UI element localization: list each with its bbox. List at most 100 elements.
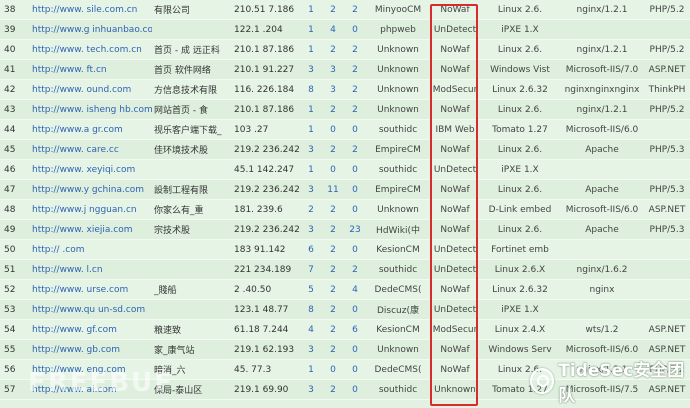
row-count-2: 11 <box>322 179 344 200</box>
row-title: 方信息技术有限 <box>152 79 232 100</box>
row-title <box>152 299 232 320</box>
table-row: 51 http://www. l.cn 221 234.189 7 2 2 southidc… <box>0 259 690 280</box>
row-count-3: 0 <box>344 159 366 180</box>
row-count-2: 2 <box>322 39 344 60</box>
row-ip: 219.1 62.193 <box>232 339 300 360</box>
row-count-3: 2 <box>344 39 366 60</box>
row-title: 有限公司 <box>152 0 232 20</box>
row-id: 54 <box>0 319 30 340</box>
row-title: 家_康气站 <box>152 339 232 360</box>
row-url[interactable]: http://www.y gchina.com <box>30 179 152 200</box>
row-url[interactable]: http://www. care.cc <box>30 139 152 160</box>
row-count-1: 1 <box>300 19 322 40</box>
row-server: Microsoft-IIS/6.0 <box>560 199 644 220</box>
row-waf: ModSecur <box>430 319 480 340</box>
row-id: 50 <box>0 239 30 260</box>
row-url[interactable]: http://www.g inhuanbao.com <box>30 19 152 40</box>
row-count-1: 7 <box>300 259 322 280</box>
row-lang: ASP.NET <box>644 199 690 220</box>
row-count-2: 3 <box>322 59 344 80</box>
row-count-1: 3 <box>300 59 322 80</box>
row-cms: southidc <box>366 119 430 140</box>
tidesec-watermark: TideSec安全团队 <box>530 356 690 406</box>
row-count-1: 1 <box>300 159 322 180</box>
row-ip: 210.1 87.186 <box>232 39 300 60</box>
row-os: Fortinet emb <box>480 239 560 260</box>
row-lang: ThinkPH <box>644 79 690 100</box>
row-url[interactable]: http://www. tech.com.cn <box>30 39 152 60</box>
row-count-1: 1 <box>300 0 322 20</box>
row-lang: PHP/5.3 <box>644 139 690 160</box>
row-count-2: 2 <box>322 0 344 20</box>
row-url[interactable]: http://www.qu un-sd.com <box>30 299 152 320</box>
row-os: Linux 2.4.X <box>480 319 560 340</box>
row-lang <box>644 239 690 260</box>
table-row: 44 http://www.a gr.com 视乐客户端下载_ 103 .27 1 0 0… <box>0 119 690 140</box>
row-count-3: 0 <box>344 359 366 380</box>
row-os: iPXE 1.X <box>480 159 560 180</box>
row-id: 40 <box>0 39 30 60</box>
row-url[interactable]: http://www. xeyiqi.com <box>30 159 152 180</box>
row-count-2: 2 <box>322 239 344 260</box>
row-os: Linux 2.6.32 <box>480 79 560 100</box>
row-id: 51 <box>0 259 30 280</box>
table-row: 46 http://www. xeyiqi.com 45.1 142.247 1 0 0 s… <box>0 159 690 180</box>
row-count-1: 3 <box>300 339 322 360</box>
row-cms: Unknown <box>366 79 430 100</box>
row-url[interactable]: http:// .com <box>30 239 152 260</box>
row-title: 视乐客户端下载_ <box>152 119 232 140</box>
row-os: Linux 2.6. <box>480 219 560 240</box>
row-server: wts/1.2 <box>560 319 644 340</box>
row-cms: Unknown <box>366 339 430 360</box>
row-url[interactable]: http://www. ft.cn <box>30 59 152 80</box>
row-count-3: 6 <box>344 319 366 340</box>
row-url[interactable]: http://www.a gr.com <box>30 119 152 140</box>
row-cms: EmpireCM <box>366 139 430 160</box>
row-url[interactable]: http://www. l.cn <box>30 259 152 280</box>
row-ip: 210.51 7.186 <box>232 0 300 20</box>
table-row: 40 http://www. tech.com.cn 首页 - 成 远正科 210.1… <box>0 39 690 60</box>
row-count-1: 1 <box>300 99 322 120</box>
row-ip: 123.1 48.77 <box>232 299 300 320</box>
row-os: Tomato 1.27 <box>480 119 560 140</box>
row-ip: 61.18 7.244 <box>232 319 300 340</box>
row-ip: 219.2 236.242 <box>232 179 300 200</box>
row-server: nginxnginxnginx <box>560 79 644 100</box>
row-cms: southidc <box>366 159 430 180</box>
row-count-2: 2 <box>322 319 344 340</box>
table-row: 45 http://www. care.cc 佳环境技术股 219.2 236.24… <box>0 139 690 160</box>
row-server: nginx/1.2.1 <box>560 99 644 120</box>
row-url[interactable]: http://www. ound.com <box>30 79 152 100</box>
row-url[interactable]: http://www. isheng hb.com <box>30 99 152 120</box>
row-count-2: 2 <box>322 139 344 160</box>
row-ip: 219.2 236.242 <box>232 139 300 160</box>
row-count-1: 8 <box>300 299 322 320</box>
row-os: Windows Vist <box>480 59 560 80</box>
row-count-3: 2 <box>344 259 366 280</box>
row-cms: Unknown <box>366 39 430 60</box>
row-cms: southidc <box>366 259 430 280</box>
row-cms: DedeCMS( <box>366 359 430 380</box>
row-os: Linux 2.6.X <box>480 259 560 280</box>
row-server: Apache <box>560 139 644 160</box>
row-os: Linux 2.6. <box>480 99 560 120</box>
row-waf: ModSecur <box>430 79 480 100</box>
row-count-3: 2 <box>344 139 366 160</box>
row-title: 宗技术股 <box>152 219 232 240</box>
row-waf: Unknown <box>430 379 480 400</box>
row-server: nginx <box>560 279 644 300</box>
row-url[interactable]: http://www.j ngguan.cn <box>30 199 152 220</box>
row-count-3: 0 <box>344 179 366 200</box>
row-url[interactable]: http://www. urse.com <box>30 279 152 300</box>
table-row: 42 http://www. ound.com 方信息技术有限 116. 226.1… <box>0 79 690 100</box>
row-url[interactable]: http://www. gb.com <box>30 339 152 360</box>
row-waf: UnDetect <box>430 299 480 320</box>
row-cms: southidc <box>366 379 430 400</box>
row-ip: 221 234.189 <box>232 259 300 280</box>
row-url[interactable]: http://www. gf.com <box>30 319 152 340</box>
row-os: Linux 2.6. <box>480 179 560 200</box>
row-url[interactable]: http://www. xiejia.com <box>30 219 152 240</box>
row-url[interactable]: http://www. sile.com.cn <box>30 0 152 20</box>
row-count-1: 3 <box>300 219 322 240</box>
row-server: nginx/1.2.1 <box>560 39 644 60</box>
